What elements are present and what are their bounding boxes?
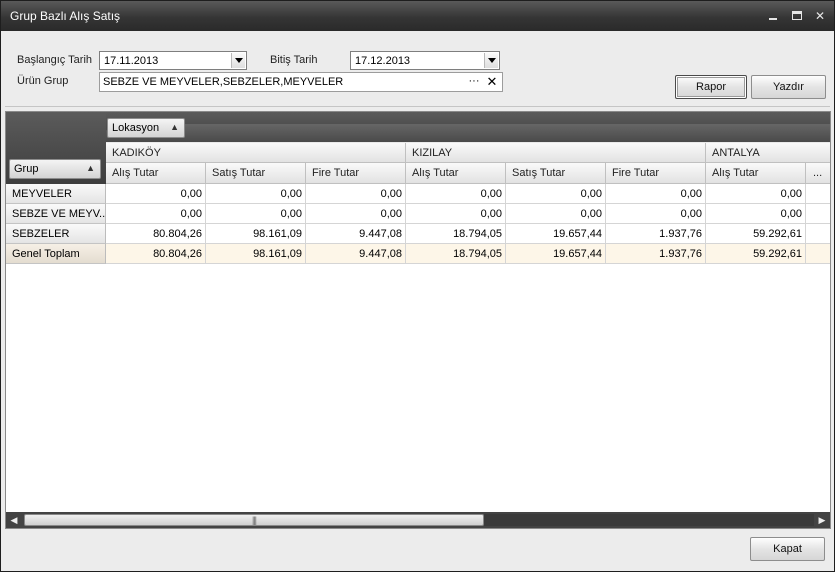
table-cell[interactable]: 1.937,76 (606, 244, 706, 264)
scroll-left-icon[interactable]: ◀ (6, 512, 22, 528)
report-button[interactable]: Rapor (675, 75, 747, 99)
table-cell[interactable]: 0,00 (106, 184, 206, 204)
start-date-dropdown[interactable] (231, 53, 245, 68)
table-cell (806, 204, 830, 224)
chevron-down-icon (488, 58, 496, 63)
table-cell[interactable]: 98.161,09 (206, 244, 306, 264)
table-cell[interactable]: 0,00 (506, 204, 606, 224)
row-header[interactable]: SEBZELER (6, 224, 106, 244)
table-cell (806, 244, 830, 264)
end-date-label: Bitiş Tarih (270, 54, 318, 66)
end-date-picker[interactable]: 17.12.2013 (350, 51, 500, 70)
measure-header-more[interactable]: ... (806, 163, 830, 184)
print-button[interactable]: Yazdır (751, 75, 826, 99)
table-cell[interactable]: 0,00 (306, 184, 406, 204)
ellipsis-icon[interactable]: ··· (467, 74, 481, 90)
minimize-icon (769, 18, 777, 20)
pivot-grid[interactable]: Lokasyon ▲ Grup ▲ KADIKÖY KIZILAY ANTALY… (5, 111, 831, 529)
table-cell[interactable]: 0,00 (606, 184, 706, 204)
location-header-kizilay[interactable]: KIZILAY (406, 143, 706, 163)
table-cell[interactable]: 59.292,61 (706, 224, 806, 244)
maximize-icon (792, 11, 802, 20)
table-cell (806, 224, 830, 244)
table-cell (806, 184, 830, 204)
scroll-right-icon[interactable]: ▶ (814, 512, 830, 528)
chevron-down-icon (235, 58, 243, 63)
table-cell[interactable]: 0,00 (706, 204, 806, 224)
table-cell[interactable]: 98.161,09 (206, 224, 306, 244)
row-field-group[interactable]: Grup ▲ (9, 159, 101, 179)
column-field-location[interactable]: Lokasyon ▲ (107, 118, 185, 138)
close-icon: ✕ (814, 9, 826, 23)
table-cell[interactable]: 80.804,26 (106, 224, 206, 244)
maximize-button[interactable] (788, 7, 806, 25)
measure-header[interactable]: Satış Tutar (206, 163, 306, 184)
table-cell[interactable]: 0,00 (606, 204, 706, 224)
table-cell[interactable]: 0,00 (206, 204, 306, 224)
table-cell[interactable]: 0,00 (106, 204, 206, 224)
table-cell[interactable]: 0,00 (306, 204, 406, 224)
measure-header[interactable]: Fire Tutar (306, 163, 406, 184)
table-cell[interactable]: 0,00 (506, 184, 606, 204)
table-cell[interactable]: 18.794,05 (406, 224, 506, 244)
row-field-label: Grup (14, 163, 39, 175)
table-cell[interactable]: 18.794,05 (406, 244, 506, 264)
end-date-value: 17.12.2013 (355, 55, 411, 67)
location-header-antalya[interactable]: ANTALYA (706, 143, 830, 163)
table-cell[interactable]: 9.447,08 (306, 244, 406, 264)
measure-header[interactable]: Alış Tutar (106, 163, 206, 184)
location-header-kadikoy[interactable]: KADIKÖY (106, 143, 406, 163)
horizontal-scrollbar[interactable]: ◀ ||| ▶ (6, 512, 830, 528)
table-cell[interactable]: 9.447,08 (306, 224, 406, 244)
table-cell[interactable]: 19.657,44 (506, 224, 606, 244)
table-cell[interactable]: 0,00 (406, 184, 506, 204)
main-window: Grup Bazlı Alış Satış ✕ Başlangıç Tarih … (0, 0, 835, 572)
column-field-label: Lokasyon (112, 122, 160, 134)
clear-icon[interactable]: ✕ (485, 74, 499, 90)
start-date-picker[interactable]: 17.11.2013 (99, 51, 247, 70)
title-bar: Grup Bazlı Alış Satış ✕ (1, 1, 834, 31)
table-cell[interactable]: 1.937,76 (606, 224, 706, 244)
sort-asc-icon: ▲ (170, 122, 179, 132)
filter-panel: Başlangıç Tarih 17.11.2013 Bitiş Tarih 1… (5, 35, 830, 107)
row-header[interactable]: Genel Toplam (6, 244, 106, 264)
scrollbar-thumb[interactable]: ||| (24, 514, 484, 526)
window-title: Grup Bazlı Alış Satış (10, 9, 121, 23)
product-group-value: SEBZE VE MEYVELER,SEBZELER,MEYVELER (103, 76, 344, 88)
pivot-header-area: Lokasyon ▲ Grup ▲ KADIKÖY KIZILAY ANTALY… (6, 112, 830, 184)
measure-header[interactable]: Alış Tutar (406, 163, 506, 184)
end-date-dropdown[interactable] (484, 53, 498, 68)
sort-asc-icon: ▲ (86, 163, 95, 173)
table-cell[interactable]: 80.804,26 (106, 244, 206, 264)
table-cell[interactable]: 0,00 (206, 184, 306, 204)
table-cell[interactable]: 59.292,61 (706, 244, 806, 264)
table-cell[interactable]: 19.657,44 (506, 244, 606, 264)
row-header[interactable]: MEYVELER (6, 184, 106, 204)
minimize-button[interactable] (764, 7, 782, 25)
close-button[interactable]: Kapat (750, 537, 825, 561)
measure-header[interactable]: Satış Tutar (506, 163, 606, 184)
measure-header[interactable]: Fire Tutar (606, 163, 706, 184)
start-date-value: 17.11.2013 (104, 55, 159, 67)
product-group-label: Ürün Grup (17, 75, 69, 87)
close-window-button[interactable]: ✕ (811, 7, 829, 25)
row-header[interactable]: SEBZE VE MEYV... (6, 204, 106, 224)
start-date-label: Başlangıç Tarih (17, 54, 93, 66)
table-cell[interactable]: 0,00 (706, 184, 806, 204)
measure-header[interactable]: Alış Tutar (706, 163, 806, 184)
table-cell[interactable]: 0,00 (406, 204, 506, 224)
product-group-field[interactable]: SEBZE VE MEYVELER,SEBZELER,MEYVELER ··· … (99, 72, 503, 92)
